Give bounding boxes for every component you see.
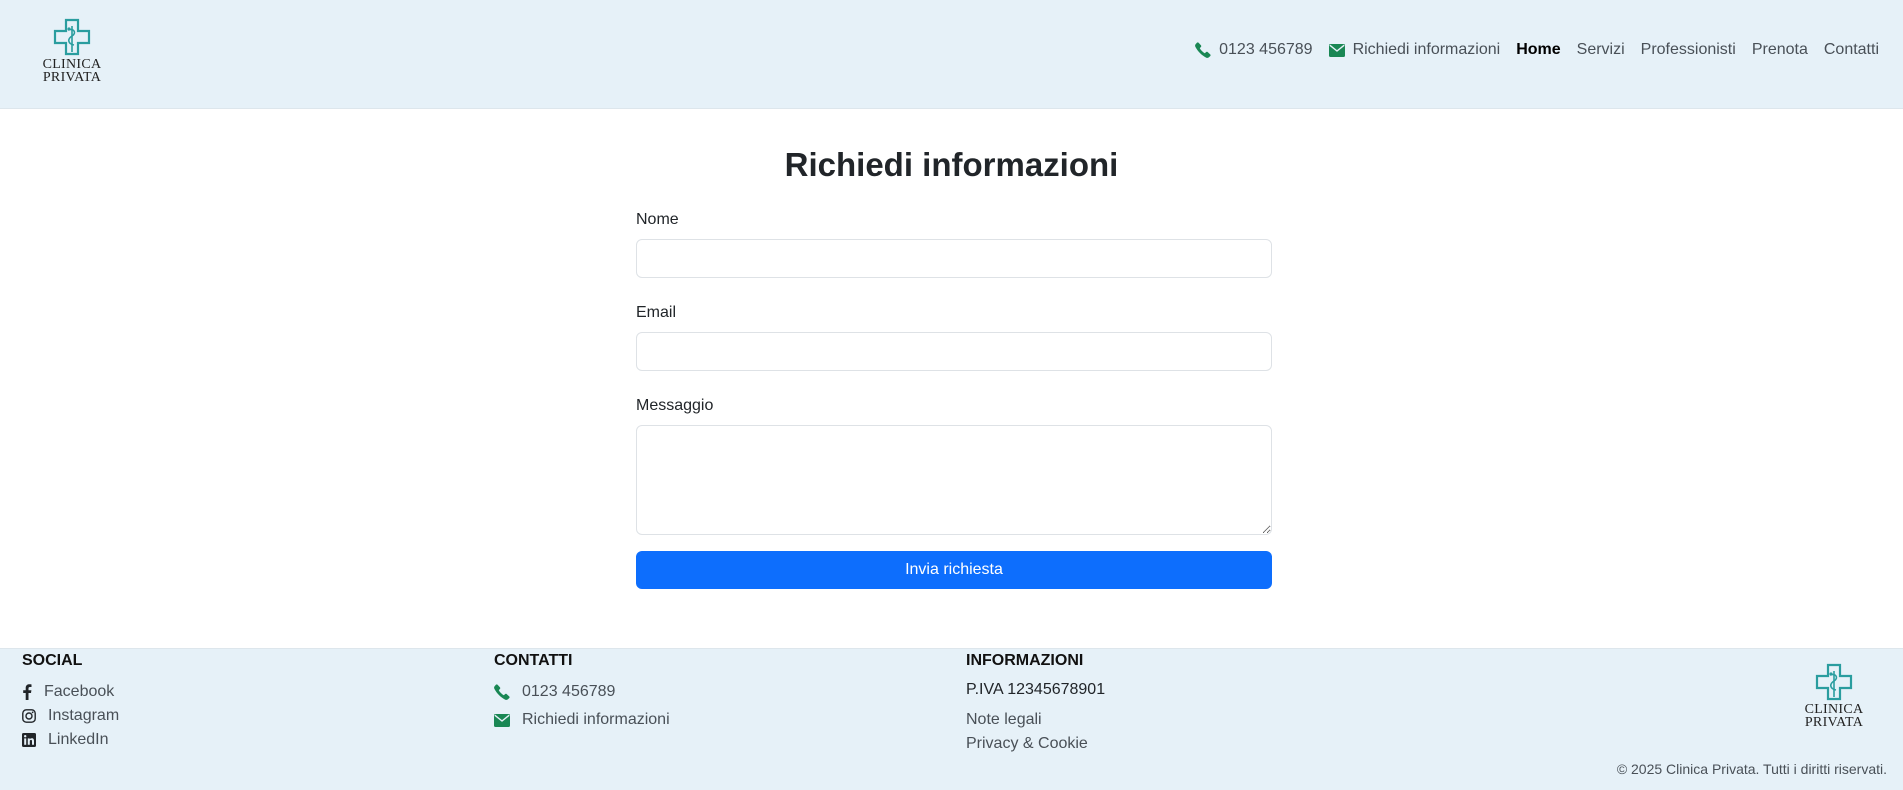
page-title: Richiedi informazioni [784,146,1119,183]
site-header: CLINICA PRIVATA 0123 456789 Richiedi inf… [0,0,1903,109]
envelope-icon [494,713,510,727]
footer-social-heading: SOCIAL [22,652,83,669]
email-field[interactable] [636,332,1272,371]
medical-cross-icon [53,18,91,56]
header-phone-text: 0123 456789 [1219,41,1313,58]
envelope-icon [1328,43,1345,57]
footer-clinic-logo[interactable]: CLINICA PRIVATA [1800,663,1868,730]
facebook-icon [23,684,32,700]
phone-icon [494,684,510,700]
site-footer: SOCIAL Facebook Instagram LinkedIn CONTA… [0,648,1903,790]
name-label: Nome [636,211,679,228]
footer-info: INFORMAZIONI P.IVA 12345678901 Note lega… [966,649,1105,755]
footer-contacts-heading: CONTATTI [494,652,573,669]
footer-info-link[interactable]: Richiedi informazioni [494,709,670,731]
medical-cross-icon [1815,663,1853,701]
vat-number: P.IVA 12345678901 [966,681,1106,698]
footer-phone-link[interactable]: 0123 456789 [494,681,670,703]
facebook-label: Facebook [44,683,115,700]
nav-servizi[interactable]: Servizi [1577,41,1625,59]
facebook-link[interactable]: Facebook [22,681,119,703]
footer-info-text: Richiedi informazioni [522,711,670,728]
phone-icon [1195,42,1211,58]
copyright: © 2025 Clinica Privata. Tutti i diritti … [1616,761,1887,777]
instagram-link[interactable]: Instagram [22,705,119,727]
footer-social: SOCIAL Facebook Instagram LinkedIn [22,649,119,751]
message-field[interactable] [636,425,1272,535]
linkedin-label: LinkedIn [48,731,109,748]
instagram-label: Instagram [48,707,120,724]
nav-prenota[interactable]: Prenota [1752,41,1808,59]
header-phone-link[interactable]: 0123 456789 [1195,41,1313,59]
privacy-cookie-link[interactable]: Privacy & Cookie [966,733,1105,755]
footer-logo-text-line2: PRIVATA [1804,715,1864,730]
footer-phone-text: 0123 456789 [522,683,616,700]
submit-button[interactable]: Invia richiesta [636,551,1272,589]
name-field[interactable] [636,239,1272,278]
info-request-form: Nome Email Messaggio Invia richiesta [636,210,1272,589]
footer-contacts: CONTATTI 0123 456789 Richiedi informazio… [494,649,670,731]
header-info-text: Richiedi informazioni [1352,41,1501,58]
instagram-icon [22,709,36,723]
nav-home[interactable]: Home [1516,41,1560,59]
message-label: Messaggio [636,397,714,414]
main-nav: 0123 456789 Richiedi informazioni Home S… [1179,41,1879,59]
logo-text-line2: PRIVATA [42,70,102,85]
footer-info-heading: INFORMAZIONI [966,652,1084,669]
header-info-link[interactable]: Richiedi informazioni [1328,41,1501,59]
nav-professionisti[interactable]: Professionisti [1641,41,1736,59]
clinic-logo[interactable]: CLINICA PRIVATA [38,18,106,85]
linkedin-icon [22,733,36,747]
linkedin-link[interactable]: LinkedIn [22,729,119,751]
legal-notes-link[interactable]: Note legali [966,709,1105,731]
email-label: Email [636,304,677,321]
nav-contatti[interactable]: Contatti [1824,41,1879,59]
